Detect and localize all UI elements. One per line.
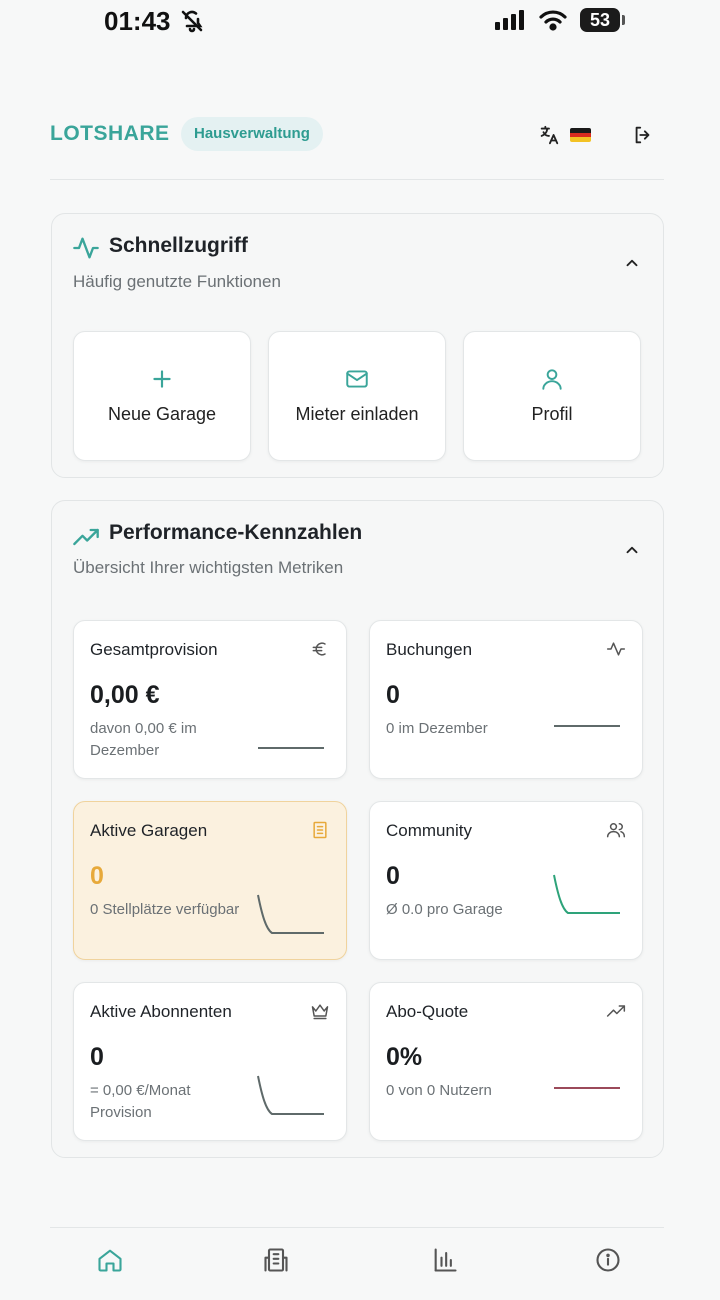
brand-logo[interactable]: LOTSHARE <box>50 122 170 146</box>
metric-title: Aktive Abonnenten <box>90 1002 232 1021</box>
metric-title: Abo-Quote <box>386 1002 469 1021</box>
performance-title: Performance-Kennzahlen <box>109 521 363 544</box>
metric-card-subscription-rate[interactable]: Abo-Quote 0% 0 von 0 Nutzern <box>369 982 643 1141</box>
translate-icon[interactable] <box>538 124 560 146</box>
battery-icon: 53 <box>580 8 620 32</box>
sparkline <box>257 894 324 934</box>
new-garage-button[interactable]: Neue Garage <box>73 331 251 461</box>
bell-off-icon <box>181 10 203 33</box>
logout-icon[interactable] <box>632 124 654 146</box>
trending-up-icon <box>73 528 99 546</box>
metric-value: 0% <box>386 1043 423 1071</box>
app-header: LOTSHARE Hausverwaltung <box>50 110 664 180</box>
metric-note: Ø 0.0 pro Garage <box>386 901 503 918</box>
activity-icon <box>73 237 99 259</box>
sparkline <box>554 725 620 727</box>
sparkline <box>553 874 620 914</box>
flag-de-icon[interactable] <box>570 128 591 142</box>
building-icon <box>313 821 327 839</box>
invite-tenant-button[interactable]: Mieter einladen <box>268 331 446 461</box>
metric-note: davon 0,00 € im Dezember <box>90 720 197 759</box>
sparkline <box>554 1087 620 1089</box>
plus-icon <box>153 370 171 388</box>
wifi-icon <box>539 10 567 31</box>
metric-note: 0 Stellplätze verfügbar <box>90 901 240 918</box>
sparkline <box>257 1075 324 1115</box>
chevron-up-icon[interactable] <box>623 541 641 559</box>
metric-title: Gesamtprovision <box>90 640 218 659</box>
euro-icon <box>312 642 326 656</box>
metric-title: Aktive Garagen <box>90 821 208 840</box>
sparkline <box>258 747 324 749</box>
status-bar: 01:43 53 <box>0 0 720 44</box>
metric-note: 0 im Dezember <box>386 720 488 737</box>
metric-value: 0 <box>90 862 104 890</box>
metric-card-commission[interactable]: Gesamtprovision 0,00 € davon 0,00 € im D… <box>73 620 347 779</box>
performance-subtitle: Übersicht Ihrer wichtigsten Metriken <box>73 558 344 577</box>
quick-access-subtitle: Häufig genutzte Funktionen <box>73 272 281 291</box>
invite-tenant-label: Mieter einladen <box>295 404 419 424</box>
metric-card-active-garages[interactable]: Aktive Garagen 0 0 Stellplätze verfügbar <box>73 801 347 960</box>
metric-value: 0 <box>90 1043 104 1071</box>
profile-button[interactable]: Profil <box>463 331 641 461</box>
profile-label: Profil <box>531 404 573 424</box>
metric-value: 0,00 € <box>90 681 160 709</box>
metric-value: 0 <box>386 681 400 709</box>
performance-card: Performance-Kennzahlen Übersicht Ihrer w… <box>51 500 664 1158</box>
user-icon <box>542 369 562 390</box>
metric-value: 0 <box>386 862 400 890</box>
metric-note: = 0,00 €/Monat Provision <box>90 1082 191 1121</box>
quick-access-card: Schnellzugriff Häufig genutzte Funktione… <box>51 213 664 478</box>
bar-chart-icon[interactable] <box>431 1246 459 1274</box>
building-icon[interactable] <box>262 1246 290 1274</box>
metric-title: Community <box>386 821 472 840</box>
new-garage-label: Neue Garage <box>107 404 217 424</box>
metric-card-community[interactable]: Community 0 Ø 0.0 pro Garage <box>369 801 643 960</box>
status-time: 01:43 <box>104 6 171 36</box>
home-icon[interactable] <box>96 1246 124 1274</box>
trending-up-icon <box>606 1005 626 1017</box>
metric-title: Buchungen <box>386 640 473 659</box>
chevron-up-icon[interactable] <box>623 254 641 272</box>
metric-card-subscribers[interactable]: Aktive Abonnenten 0 = 0,00 €/Monat Provi… <box>73 982 347 1141</box>
metric-card-bookings[interactable]: Buchungen 0 0 im Dezember <box>369 620 643 779</box>
info-icon[interactable] <box>594 1246 622 1274</box>
quick-access-title: Schnellzugriff <box>109 234 248 257</box>
activity-icon <box>606 642 626 656</box>
users-icon <box>606 823 626 838</box>
signal-icon <box>495 10 524 30</box>
crown-icon <box>311 1004 329 1020</box>
bottom-nav <box>50 1227 664 1300</box>
mail-icon <box>346 370 368 388</box>
role-badge: Hausverwaltung <box>181 117 323 151</box>
battery-tip <box>622 15 625 25</box>
metric-note: 0 von 0 Nutzern <box>386 1082 492 1099</box>
